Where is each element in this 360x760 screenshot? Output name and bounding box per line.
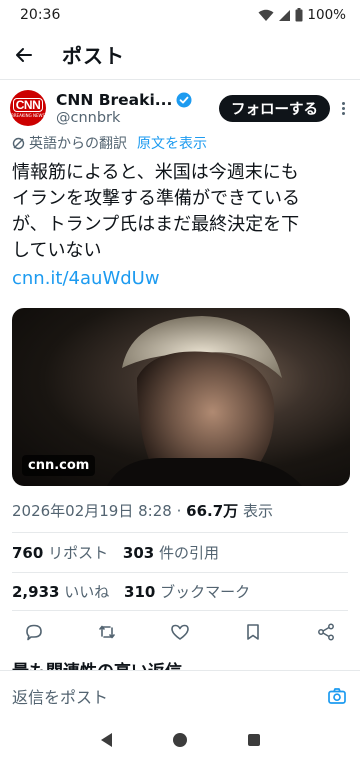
bookmark-icon[interactable] [243,622,263,642]
views-label: 表示 [242,502,273,520]
post-author: CNN BREAKING NEWS CNN Breaki... @cnnbrk … [10,86,350,130]
like-heart-icon[interactable] [170,622,190,642]
media-source-badge: cnn.com [22,455,96,476]
post-datetime: 2026年02月19日 8:28 [12,502,172,520]
status-icons: 100% [258,7,346,23]
views-count: 66.7万 [186,502,239,520]
author-display-name[interactable]: CNN Breaki... [56,91,172,109]
share-icon[interactable] [316,622,336,642]
author-handle[interactable]: @cnnbrk [56,110,213,126]
divider [12,610,348,611]
author-names[interactable]: CNN Breaki... @cnnbrk [56,91,213,126]
replies-section-header: 最も関連性の高い返信 [12,658,182,670]
divider [12,532,348,533]
arrow-left-icon [16,47,32,62]
system-home-icon[interactable] [172,733,187,747]
top-app-bar: ポスト [0,30,360,80]
follow-button[interactable]: フォローする [219,94,330,122]
reposts-link[interactable]: 760 リポスト [12,544,108,562]
translation-label: 英語からの翻訳 [29,136,127,152]
post-actions [12,616,348,648]
reposts-count: 760 [12,544,44,562]
post-media-image[interactable]: cnn.com [12,308,350,486]
battery-icon [295,8,303,22]
avatar-logo-text: CNN [12,98,44,112]
repost-stats: 760 リポスト 303 件の引用 [12,542,219,563]
more-options-icon[interactable] [336,101,350,115]
verified-badge-icon [176,92,192,107]
repost-icon[interactable] [97,622,117,642]
quotes-count: 303 [122,544,155,562]
show-original-link[interactable]: 原文を表示 [137,133,207,153]
post-text: 情報筋によると、米国は今週末にも イランを攻撃する準備ができている が、トランプ… [12,160,350,264]
system-nav-bar [0,720,360,760]
status-bar: 20:36 100% [0,0,360,30]
reply-bar[interactable]: 返信をポスト [0,670,360,720]
likes-label: いいね [64,583,110,601]
system-back-icon[interactable] [100,733,112,747]
avatar[interactable]: CNN BREAKING NEWS [10,90,46,126]
post-text-line: していない [12,240,102,261]
quotes-link[interactable]: 303 件の引用 [123,544,219,562]
translation-row: 英語からの翻訳 原文を表示 [12,133,207,153]
system-recents-icon[interactable] [247,734,260,746]
bookmarks-link[interactable]: 310 ブックマーク [124,583,250,601]
avatar-subtext: BREAKING NEWS [11,113,45,118]
page-title: ポスト [62,44,125,68]
post-meta: 2026年02月19日 8:28 · 66.7万 表示 [12,500,273,521]
quotes-label: 件の引用 [158,544,219,562]
wifi-icon [258,9,274,21]
battery-percent: 100% [307,7,346,23]
post-link[interactable]: cnn.it/4auWdUw [12,268,160,289]
reposts-label: リポスト [48,544,109,562]
back-button[interactable] [0,31,48,79]
reply-icon[interactable] [24,622,44,642]
translate-slash-icon [12,137,25,149]
signal-icon [279,9,291,21]
likes-count: 2,933 [12,583,60,601]
like-stats: 2,933 いいね 310 ブックマーク [12,581,250,602]
post-text-line: イランを攻撃する準備ができている [12,188,300,209]
status-time: 20:36 [20,7,61,23]
bookmarks-count: 310 [124,583,156,601]
camera-icon[interactable] [328,687,346,704]
post-text-line: が、トランプ氏はまだ最終決定を下 [12,214,300,235]
bookmarks-label: ブックマーク [160,583,251,601]
divider [12,572,348,573]
reply-input[interactable]: 返信をポスト [12,684,108,708]
likes-link[interactable]: 2,933 いいね [12,583,109,601]
meta-separator: · [176,502,182,520]
post-text-line: 情報筋によると、米国は今週末にも [12,162,299,183]
